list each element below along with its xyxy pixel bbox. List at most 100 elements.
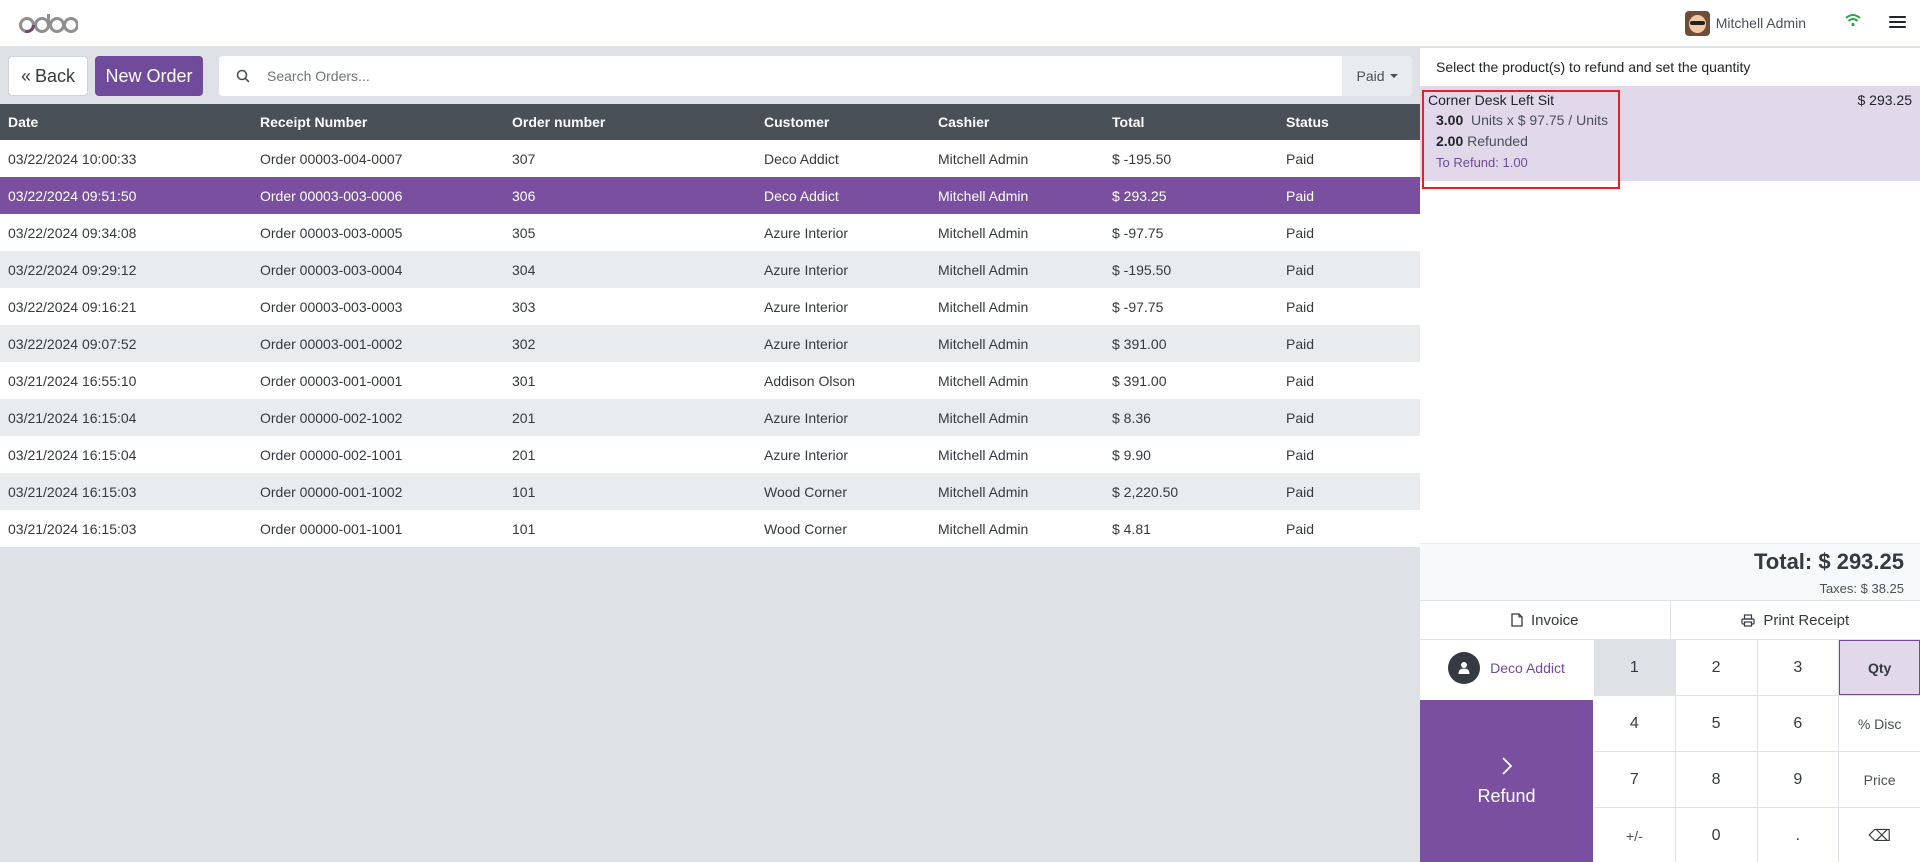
order-number: 303 — [512, 298, 536, 315]
order-number: 201 — [512, 446, 536, 463]
numpad-key-2[interactable]: 2 — [1675, 640, 1757, 695]
customer-name: Azure Interior — [764, 224, 849, 241]
customer-name: Deco Addict — [1490, 659, 1565, 676]
cashier-name: Mitchell Admin — [938, 187, 1029, 204]
table-row[interactable]: 03/22/2024 10:00:33 Order 00003-004-0007 3… — [0, 140, 1420, 177]
odoo-logo[interactable] — [18, 9, 78, 37]
receipt-number: Order 00003-003-0006 — [260, 187, 403, 204]
numpad-key-9[interactable]: 9 — [1757, 752, 1839, 807]
numpad-key-0[interactable]: 0 — [1675, 808, 1757, 862]
order-total: $ -195.50 — [1112, 261, 1172, 278]
table-row[interactable]: 03/22/2024 09:29:12 Order 00003-003-0004 3… — [0, 251, 1420, 288]
odoo-logo-mark — [19, 14, 78, 33]
refund-panel: Select the product(s) to refund and set … — [1420, 48, 1920, 862]
order-date: 03/21/2024 16:55:10 — [8, 372, 137, 389]
order-total: $ 293.25 — [1112, 187, 1167, 204]
order-totals: Total: $ 293.25 Taxes: $ 38.25 — [1420, 543, 1920, 600]
numpad-key-4[interactable]: 4 — [1594, 696, 1675, 751]
receipt-number: Order 00003-001-0001 — [260, 372, 403, 389]
table-row[interactable]: 03/22/2024 09:34:08 Order 00003-003-0005 3… — [0, 214, 1420, 251]
column-header-customer: Customer — [764, 114, 830, 130]
order-number: 305 — [512, 224, 536, 241]
receipt-number: Order 00003-003-0004 — [260, 261, 403, 278]
table-row[interactable]: 03/21/2024 16:15:04 Order 00000-002-1001 2… — [0, 436, 1420, 473]
new-order-button[interactable]: New Order — [95, 56, 203, 96]
refund-order-line[interactable]: Corner Desk Left Sit $ 293.25 3.00 Units… — [1420, 86, 1920, 189]
hamburger-menu-icon[interactable] — [1889, 13, 1906, 31]
numpad-key-3[interactable]: 3 — [1757, 640, 1839, 695]
refund-button[interactable]: Refund — [1420, 700, 1593, 862]
order-total: $ 391.00 — [1112, 335, 1167, 352]
order-status: Paid — [1286, 150, 1315, 167]
order-date: 03/22/2024 09:29:12 — [8, 261, 137, 278]
order-date: 03/22/2024 09:07:52 — [8, 335, 137, 352]
cashier-name: Mitchell Admin — [938, 520, 1029, 537]
order-status: Paid — [1286, 298, 1315, 315]
cashier-name: Mitchell Admin — [938, 372, 1029, 389]
customer-name: Wood Corner — [764, 483, 848, 500]
order-total: $ 2,220.50 — [1112, 483, 1179, 500]
table-row[interactable]: 03/22/2024 09:16:21 Order 00003-003-0003 3… — [0, 288, 1420, 325]
user-menu[interactable]: Mitchell Admin — [1684, 10, 1806, 36]
mode-price-button[interactable]: Price — [1839, 752, 1920, 807]
column-header-total: Total — [1112, 114, 1145, 130]
printer-icon — [1741, 613, 1755, 627]
order-number: 301 — [512, 372, 536, 389]
table-row[interactable]: 03/21/2024 16:15:04 Order 00000-002-1002 2… — [0, 399, 1420, 436]
table-row[interactable]: 03/21/2024 16:15:03 Order 00000-001-1002 1… — [0, 473, 1420, 510]
caret-down-icon — [1389, 74, 1398, 78]
order-status: Paid — [1286, 261, 1315, 278]
search-input[interactable] — [267, 57, 1342, 95]
numpad-key-1[interactable]: 1 — [1594, 640, 1675, 695]
order-number: 302 — [512, 335, 536, 352]
order-total: $ -97.75 — [1112, 298, 1164, 315]
invoice-button[interactable]: Invoice — [1420, 601, 1670, 639]
print-receipt-label: Print Receipt — [1763, 611, 1850, 629]
line-price: $ 293.25 — [1857, 92, 1913, 108]
table-row[interactable]: 03/22/2024 09:51:50 Order 00003-003-0006 3… — [0, 177, 1420, 214]
table-row[interactable]: 03/21/2024 16:55:10 Order 00003-001-0001 3… — [0, 362, 1420, 399]
user-icon — [1448, 651, 1481, 684]
order-date: 03/22/2024 09:34:08 — [8, 224, 137, 241]
numpad-decimal[interactable]: . — [1757, 808, 1839, 862]
numpad-key-7[interactable]: 7 — [1594, 752, 1675, 807]
numpad-key-5[interactable]: 5 — [1675, 696, 1757, 751]
print-receipt-button[interactable]: Print Receipt — [1669, 601, 1920, 639]
order-date: 03/21/2024 16:15:04 — [8, 446, 137, 463]
orders-table: Date Receipt Number Order number Custome… — [0, 104, 1420, 547]
customer-name: Azure Interior — [764, 261, 849, 278]
wifi-icon[interactable] — [1845, 13, 1861, 30]
receipt-number: Order 00003-003-0005 — [260, 224, 403, 241]
order-status: Paid — [1286, 483, 1315, 500]
status-filter-dropdown[interactable]: Paid — [1342, 56, 1412, 96]
refund-label: Refund — [1477, 785, 1536, 806]
cashier-name: Mitchell Admin — [938, 224, 1029, 241]
order-total: $ -97.75 — [1112, 224, 1164, 241]
table-row[interactable]: 03/22/2024 09:07:52 Order 00003-001-0002 3… — [0, 325, 1420, 362]
receipt-number: Order 00003-004-0007 — [260, 150, 403, 167]
customer-button[interactable]: Deco Addict — [1420, 640, 1593, 695]
order-number: 201 — [512, 409, 536, 426]
backspace-icon[interactable]: ⌫ — [1839, 808, 1920, 862]
cashier-name: Mitchell Admin — [938, 409, 1029, 426]
order-total: $ 8.36 — [1112, 409, 1151, 426]
column-header-cashier: Cashier — [938, 114, 990, 130]
search-bar: Paid — [219, 56, 1412, 96]
back-button[interactable]: « Back — [8, 56, 88, 96]
mode-qty-button[interactable]: Qty — [1839, 640, 1920, 695]
numpad-key-8[interactable]: 8 — [1675, 752, 1757, 807]
receipt-number: Order 00000-002-1002 — [260, 409, 403, 426]
customer-name: Wood Corner — [764, 520, 848, 537]
mode-discount-button[interactable]: % Disc — [1839, 696, 1920, 751]
cashier-name: Mitchell Admin — [938, 446, 1029, 463]
numpad-sign-toggle[interactable]: +/- — [1594, 808, 1675, 862]
column-header-receipt: Receipt Number — [260, 114, 368, 130]
numpad-key-6[interactable]: 6 — [1757, 696, 1839, 751]
order-number: 101 — [512, 483, 536, 500]
order-status: Paid — [1286, 224, 1315, 241]
table-row[interactable]: 03/21/2024 16:15:03 Order 00000-001-1001 1… — [0, 510, 1420, 547]
refund-instructions: Select the product(s) to refund and set … — [1436, 58, 1751, 75]
customer-name: Azure Interior — [764, 335, 849, 352]
customer-name: Azure Interior — [764, 409, 849, 426]
cashier-name: Mitchell Admin — [938, 150, 1029, 167]
